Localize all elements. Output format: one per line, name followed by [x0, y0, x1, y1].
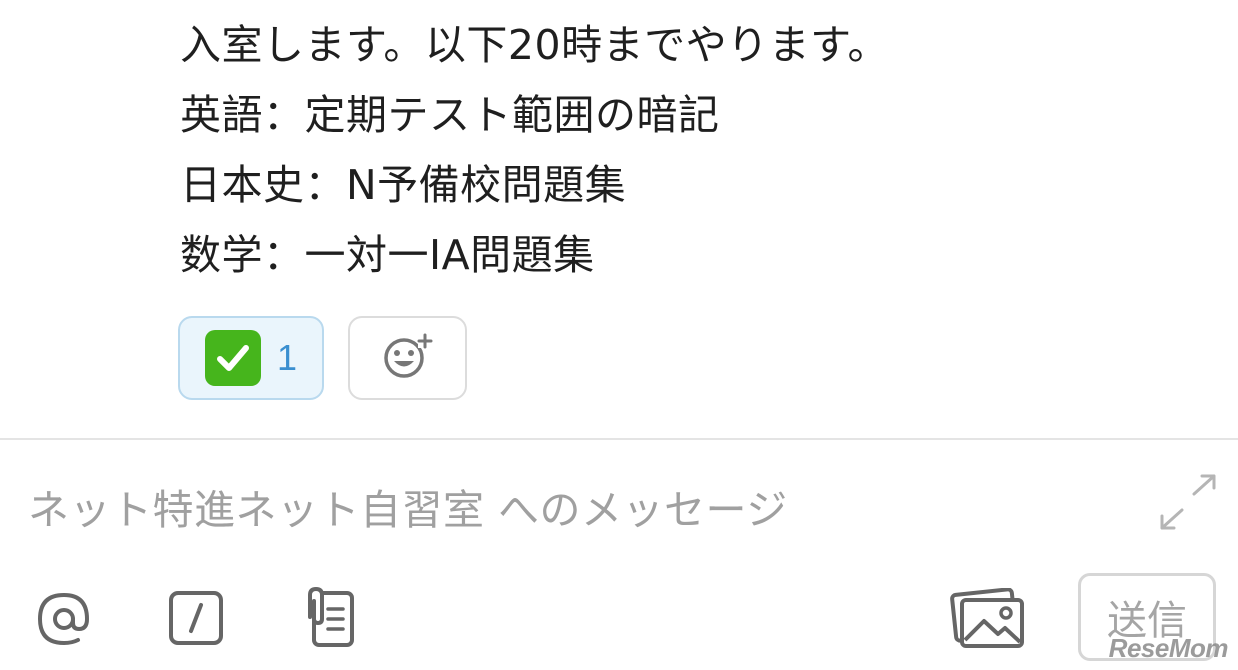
chat-screen: 入室します。以下20時までやります。 英語：定期テスト範囲の暗記 日本史：N予備… [0, 0, 1238, 670]
add-reaction-icon [382, 332, 434, 384]
slash-command-icon[interactable] [168, 590, 224, 650]
check-mark-button-emoji-icon [204, 330, 261, 386]
add-reaction-button[interactable] [348, 316, 467, 400]
message-input[interactable]: ネット特進ネット自習室 へのメッセージ [28, 478, 1128, 542]
message-line: 入室します。以下20時までやります。 [180, 21, 889, 69]
message-line: 日本史：N予備校問題集 [180, 161, 627, 209]
watermark-logo: ReseMom [1108, 633, 1229, 663]
divider [0, 438, 1238, 440]
message-line: 数学：一対一IA問題集 [180, 231, 595, 279]
expand-icon[interactable] [1158, 474, 1218, 530]
message-line: 英語：定期テスト範囲の暗記 [180, 91, 720, 139]
reaction-count: 1 [276, 337, 298, 378]
chat-message: 入室します。以下20時までやります。 英語：定期テスト範囲の暗記 日本史：N予備… [180, 10, 1180, 290]
reaction-bar: 1 [178, 316, 467, 400]
reaction-check-button[interactable]: 1 [178, 316, 324, 400]
photo-icon[interactable] [950, 587, 1026, 654]
attach-file-icon[interactable] [298, 586, 358, 653]
at-mention-icon[interactable] [32, 588, 96, 654]
